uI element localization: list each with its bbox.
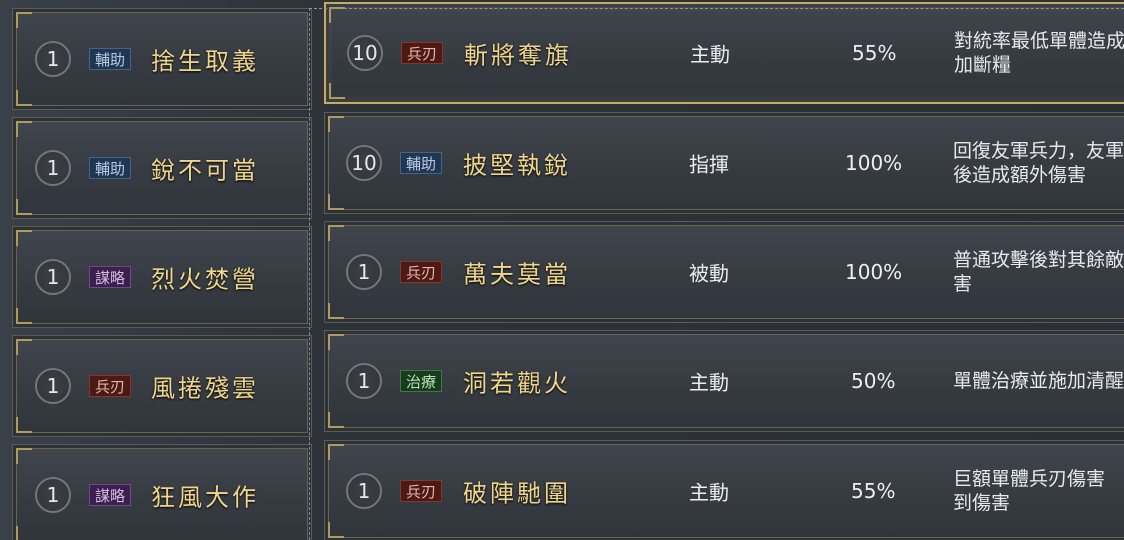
skill-type-tag: 兵刃 [400,261,443,283]
skill-level-badge: 1 [346,363,382,399]
skill-level-badge: 1 [35,368,71,404]
skill-type-tag: 謀略 [89,266,132,288]
skill-description: 回復友軍兵力，友軍 後造成額外傷害 [953,139,1124,187]
skill-type-tag: 輔助 [89,48,132,70]
skill-type-tag: 輔助 [89,157,132,179]
skill-level-badge: 1 [35,41,71,77]
skill-name: 烈火焚營 [151,265,259,294]
selection-guide-vertical [309,8,310,540]
skill-level-badge: 1 [346,254,382,290]
skill-trigger-rate: 50% [851,369,896,393]
skill-detail-column: 10 兵刃 斬將奪旗 主動 55% 對統率最低單體造成 加斷糧 10 輔助 披堅… [322,0,1124,540]
skill-trigger-rate: 55% [852,41,897,65]
skill-description: 對統率最低單體造成 加斷糧 [954,29,1124,77]
skill-name: 捨生取義 [151,47,259,76]
skill-level-badge: 1 [35,259,71,295]
skill-description: 單體治療並施加清醒 [953,369,1124,393]
skill-card-left-5[interactable]: 1 謀略 狂風大作 [12,444,312,540]
skill-card-left-1[interactable]: 1 輔助 捨生取義 [12,8,312,110]
skill-row-1[interactable]: 10 兵刃 斬將奪旗 主動 55% 對統率最低單體造成 加斷糧 [324,2,1124,104]
skill-description: 普通攻擊後對其餘敵 害 [953,248,1124,296]
skill-description: 巨額單體兵刃傷害 到傷害 [953,467,1105,515]
selection-guide-horizontal [309,8,1124,9]
skill-name: 洞若觀火 [463,369,571,398]
description-line: 普通攻擊後對其餘敵 [953,249,1124,271]
skill-type-tag: 兵刃 [401,42,444,64]
skill-card-left-2[interactable]: 1 輔助 銳不可當 [12,117,312,219]
description-line: 害 [953,273,973,295]
skill-level-badge: 1 [346,473,382,509]
skill-trigger-rate: 55% [851,479,896,503]
skill-name: 萬夫莫當 [463,260,571,289]
skill-activation-type: 主動 [690,42,730,67]
skill-type-tag: 謀略 [89,484,132,506]
skill-level-badge: 1 [35,477,71,513]
skill-card-left-3[interactable]: 1 謀略 烈火焚營 [12,226,312,328]
skill-card-left-4[interactable]: 1 兵刃 風捲殘雲 [12,335,312,437]
skill-type-tag: 輔助 [400,152,443,174]
skill-name: 破陣馳圍 [463,479,571,508]
skill-activation-type: 指揮 [689,152,729,177]
skill-name: 狂風大作 [151,483,259,512]
skill-row-3[interactable]: 1 兵刃 萬夫莫當 被動 100% 普通攻擊後對其餘敵 害 [324,221,1124,323]
description-line: 單體治療並施加清醒 [953,370,1124,392]
skill-trigger-rate: 100% [845,260,903,284]
skill-activation-type: 主動 [689,370,729,395]
skill-level-badge: 10 [346,145,382,181]
owned-skill-column: 1 輔助 捨生取義 1 輔助 銳不可當 1 謀略 烈火焚營 1 兵刃 風捲殘雲 … [0,0,312,540]
description-line: 巨額單體兵刃傷害 [953,468,1106,490]
skill-list-screen: 1 輔助 捨生取義 1 輔助 銳不可當 1 謀略 烈火焚營 1 兵刃 風捲殘雲 … [0,0,1124,540]
skill-name: 披堅執銳 [463,151,571,180]
skill-activation-type: 被動 [689,261,729,286]
description-line: 回復友軍兵力，友軍 [953,140,1124,162]
description-line: 對統率最低單體造成 [954,30,1124,52]
skill-type-tag: 兵刃 [89,375,132,397]
skill-row-4[interactable]: 1 治療 洞若觀火 主動 50% 單體治療並施加清醒 [324,330,1124,432]
skill-type-tag: 兵刃 [400,480,443,502]
skill-type-tag: 治療 [400,370,443,392]
skill-level-badge: 1 [35,150,71,186]
description-line: 後造成額外傷害 [953,164,1087,186]
skill-trigger-rate: 100% [845,151,903,175]
skill-row-2[interactable]: 10 輔助 披堅執銳 指揮 100% 回復友軍兵力，友軍 後造成額外傷害 [324,112,1124,214]
skill-name: 銳不可當 [151,156,259,185]
skill-name: 斬將奪旗 [464,41,572,70]
description-line: 加斷糧 [954,54,1012,76]
description-line: 到傷害 [953,492,1011,514]
skill-name: 風捲殘雲 [151,374,259,403]
skill-row-5[interactable]: 1 兵刃 破陣馳圍 主動 55% 巨額單體兵刃傷害 到傷害 [324,440,1124,540]
skill-level-badge: 10 [347,35,383,71]
skill-activation-type: 主動 [689,480,729,505]
